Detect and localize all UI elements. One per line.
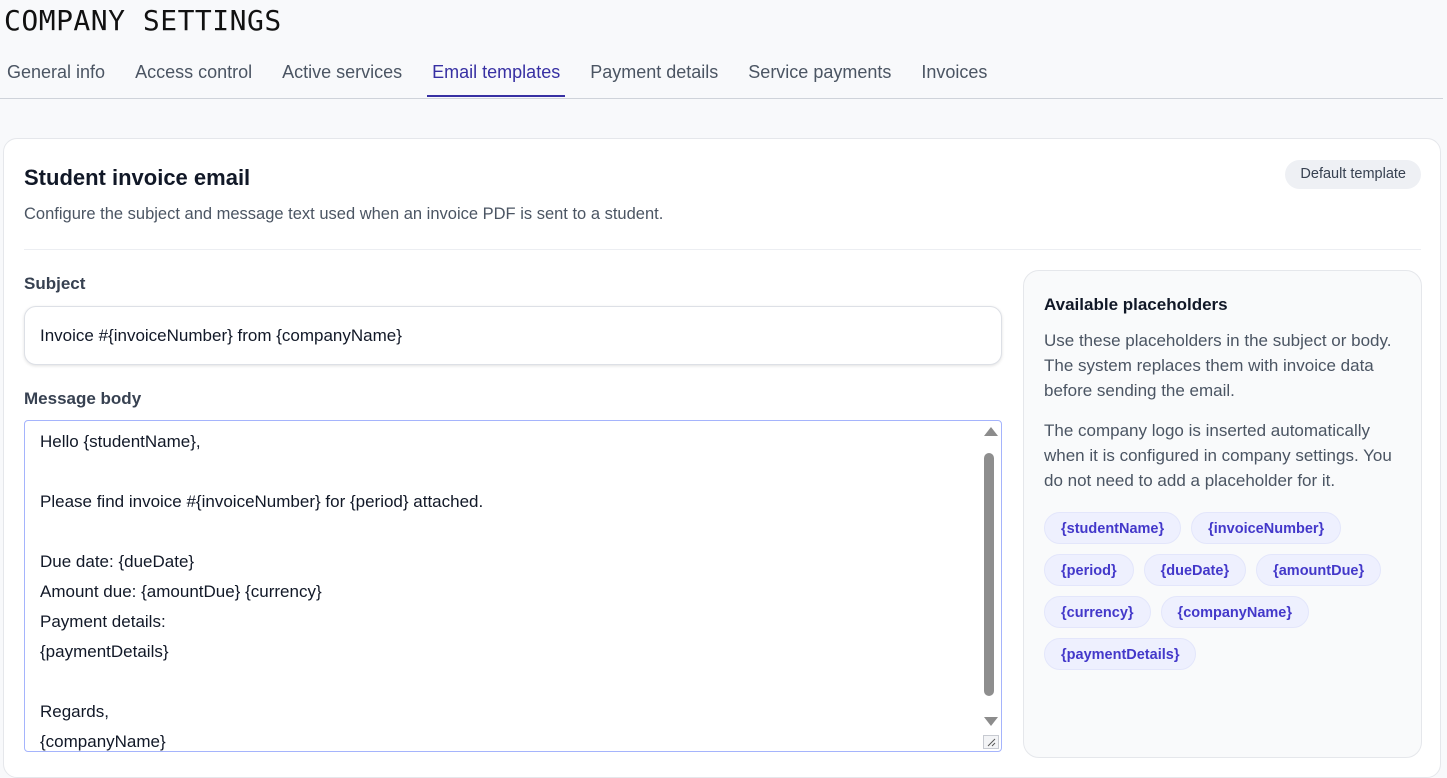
placeholder-chip-currency[interactable]: {currency} xyxy=(1044,596,1151,628)
logo-help-text: The company logo is inserted automatical… xyxy=(1044,421,1392,490)
tab-service-payments[interactable]: Service payments xyxy=(743,50,896,97)
resize-handle-icon[interactable] xyxy=(983,735,999,749)
tab-payment-details[interactable]: Payment details xyxy=(585,50,723,97)
tab-active-services[interactable]: Active services xyxy=(277,50,407,97)
placeholder-chip-studentname[interactable]: {studentName} xyxy=(1044,512,1182,544)
scroll-down-arrow-icon[interactable] xyxy=(984,717,998,726)
tab-email-templates[interactable]: Email templates xyxy=(427,50,566,97)
placeholder-chip-amountdue[interactable]: {amountDue} xyxy=(1256,554,1382,586)
placeholder-chip-duedate[interactable]: {dueDate} xyxy=(1143,554,1247,586)
placeholder-chip-companyname[interactable]: {companyName} xyxy=(1160,596,1309,628)
tab-access-control[interactable]: Access control xyxy=(130,50,257,97)
scroll-thumb[interactable] xyxy=(984,453,994,696)
settings-tabs: General info Access control Active servi… xyxy=(0,50,1443,99)
email-template-card: Student invoice email Configure the subj… xyxy=(3,138,1441,778)
message-body-label: Message body xyxy=(24,389,142,408)
card-description: Configure the subject and message text u… xyxy=(24,205,664,223)
card-title: Student invoice email xyxy=(24,165,251,190)
message-body-textarea[interactable]: Hello {studentName}, Please find invoice… xyxy=(24,420,1002,752)
placeholder-chip-period[interactable]: {period} xyxy=(1044,554,1134,586)
scroll-up-arrow-icon[interactable] xyxy=(984,427,998,436)
placeholders-title: Available placeholders xyxy=(1044,295,1228,314)
tab-general-info[interactable]: General info xyxy=(2,50,110,97)
message-body-text[interactable]: Hello {studentName}, Please find invoice… xyxy=(40,427,977,751)
textarea-scrollbar[interactable] xyxy=(979,421,1001,751)
header-divider xyxy=(24,249,1421,250)
subject-input[interactable] xyxy=(24,306,1002,365)
default-template-badge: Default template xyxy=(1285,160,1421,189)
tab-invoices[interactable]: Invoices xyxy=(916,50,992,97)
placeholder-chip-paymentdetails[interactable]: {paymentDetails} xyxy=(1044,638,1197,670)
placeholder-chip-list: {studentName} {invoiceNumber} {period} {… xyxy=(1044,512,1414,670)
placeholders-help-text: Use these placeholders in the subject or… xyxy=(1044,331,1392,400)
page-title: COMPANY SETTINGS xyxy=(4,4,282,37)
subject-label: Subject xyxy=(24,274,86,293)
placeholder-chip-invoicenumber[interactable]: {invoiceNumber} xyxy=(1191,512,1342,544)
placeholders-panel: Available placeholders Use these placeho… xyxy=(1023,270,1422,758)
